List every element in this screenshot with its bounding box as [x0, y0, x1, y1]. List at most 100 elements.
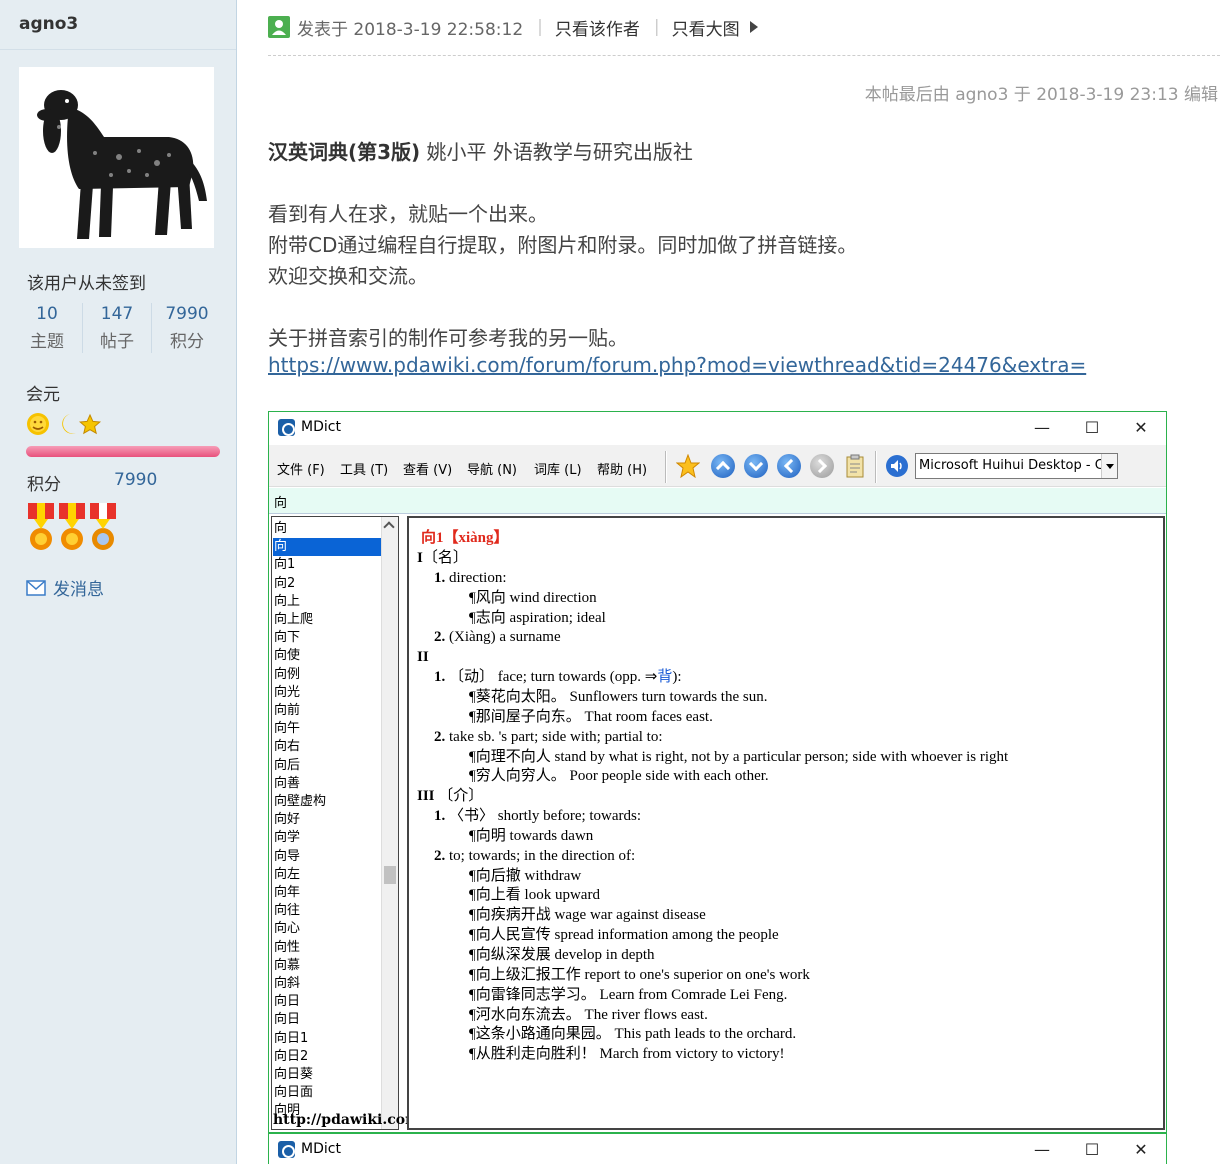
stat-number[interactable]: 147	[86, 303, 148, 325]
stat-number[interactable]: 10	[16, 303, 78, 325]
word-list-item[interactable]: 向日葵	[273, 1066, 381, 1084]
sense-number: 1.	[434, 669, 446, 686]
word-list-item[interactable]: 向年	[273, 884, 381, 902]
arrow-up-icon[interactable]	[711, 454, 735, 478]
favorite-star-icon[interactable]	[676, 454, 700, 478]
menu-tools[interactable]: 工具 (T)	[340, 459, 388, 478]
word-list-item[interactable]: 向学	[273, 829, 381, 847]
word-list-item[interactable]: 向上	[273, 593, 381, 611]
arrow-right-icon[interactable]	[749, 21, 758, 33]
word-list-item[interactable]: 向前	[273, 702, 381, 720]
word-list-item[interactable]: 向左	[273, 866, 381, 884]
definition-text: direction:	[445, 569, 507, 586]
word-list-item[interactable]: 向上爬	[273, 611, 381, 629]
definition-text: ¶向上看 look upward	[469, 887, 600, 904]
medal-icon	[28, 503, 54, 550]
menu-navigate[interactable]: 导航 (N)	[467, 459, 517, 478]
list-scrollbar[interactable]	[381, 517, 398, 1129]
close-button[interactable]: ✕	[1118, 1136, 1164, 1164]
rank-icons	[27, 413, 102, 435]
word-list-item[interactable]: 向日2	[273, 1048, 381, 1066]
word-list-item[interactable]: 向右	[273, 738, 381, 756]
maximize-button[interactable]: ☐	[1069, 1136, 1115, 1164]
stat-posts[interactable]: 147 帖子	[86, 303, 148, 357]
menu-file[interactable]: 文件 (F)	[277, 459, 325, 478]
definition-line: ¶向上级汇报工作 report to one's superior on one…	[469, 966, 810, 986]
send-message-label[interactable]: 发消息	[53, 575, 104, 600]
points-value[interactable]: 7990	[114, 470, 157, 490]
speaker-icon[interactable]	[885, 454, 909, 478]
word-list-item[interactable]: 向光	[273, 684, 381, 702]
stat-number[interactable]: 7990	[156, 303, 218, 325]
title-bar: MDict — ☐ ✕	[269, 412, 1166, 444]
minimize-button[interactable]: —	[1019, 1136, 1065, 1164]
definition-text: ¶志向 aspiration; ideal	[469, 609, 606, 626]
sense-number: 2.	[434, 728, 446, 745]
window-title: MDict	[301, 419, 341, 435]
avatar[interactable]	[19, 67, 214, 248]
user-group[interactable]: 会元	[26, 380, 60, 405]
word-list-item[interactable]: 向心	[273, 920, 381, 938]
word-list-item[interactable]: 向	[273, 520, 381, 538]
word-list-item[interactable]: 向下	[273, 629, 381, 647]
word-list-item[interactable]: 向性	[273, 939, 381, 957]
word-list-item[interactable]: 向日	[273, 1011, 381, 1029]
word-list-item[interactable]: 向善	[273, 775, 381, 793]
stat-points[interactable]: 7990 积分	[156, 303, 218, 357]
word-list-item[interactable]: 向日	[273, 993, 381, 1011]
star-icon	[78, 413, 102, 435]
word-list-item[interactable]: 向	[273, 538, 381, 557]
voice-select[interactable]: Microsoft Huihui Desktop - C	[915, 453, 1118, 479]
sense-number: III	[417, 788, 435, 805]
thread-link[interactable]: https://www.pdawiki.com/forum/forum.php?…	[268, 353, 1086, 377]
word-list-item[interactable]: 向后	[273, 757, 381, 775]
clipboard-icon[interactable]	[843, 454, 867, 478]
scroll-thumb[interactable]	[384, 866, 396, 884]
post-meta-bar: 发表于 2018-3-19 22:58:12 | 只看该作者 | 只看大图	[268, 14, 758, 40]
word-list-item[interactable]: 向日面	[273, 1084, 381, 1102]
search-input[interactable]: 向	[269, 488, 1166, 514]
back-icon[interactable]	[777, 454, 801, 478]
definition-text: ¶葵花向太阳。 Sunflowers turn towards the sun.	[469, 688, 768, 705]
close-button[interactable]: ✕	[1118, 414, 1164, 442]
word-list-item[interactable]: 向使	[273, 647, 381, 665]
post-time: 发表于 2018-3-19 22:58:12	[297, 19, 524, 40]
mdict-window-screenshot[interactable]: MDict — ☐ ✕ 文件 (F) 工具 (T) 查看 (V) 导航 (N) …	[268, 411, 1167, 1133]
maximize-button[interactable]: ☐	[1069, 414, 1115, 442]
only-images-link[interactable]: 只看大图	[672, 15, 740, 40]
cross-reference-link[interactable]: 背	[657, 669, 672, 685]
word-list-item[interactable]: 向慕	[273, 957, 381, 975]
definition-line: 2. take sb. 's part; side with; partial …	[434, 728, 663, 748]
stat-threads[interactable]: 10 主题	[16, 303, 78, 357]
definition-text: to; towards; in the direction of:	[445, 847, 636, 864]
definition-line: 2. to; towards; in the direction of:	[434, 847, 635, 867]
send-message-button[interactable]: 发消息	[26, 575, 104, 600]
word-list-item[interactable]: 向2	[273, 575, 381, 593]
word-list-item[interactable]: 向壁虚构	[273, 793, 381, 811]
only-author-link[interactable]: 只看该作者	[555, 15, 640, 40]
mdict-window-screenshot-2[interactable]: MDict — ☐ ✕	[268, 1133, 1167, 1164]
definition-line: ¶志向 aspiration; ideal	[469, 609, 606, 629]
chevron-down-icon[interactable]	[1101, 454, 1117, 478]
word-list-item[interactable]: 向日1	[273, 1030, 381, 1048]
word-list-item[interactable]: 向往	[273, 902, 381, 920]
scroll-up-icon[interactable]	[383, 521, 395, 533]
menu-help[interactable]: 帮助 (H)	[597, 459, 647, 478]
definition-text: 〈书〉 shortly before; towards:	[445, 808, 642, 825]
menu-view[interactable]: 查看 (V)	[403, 459, 452, 478]
definition-line: ¶从胜利走向胜利！ March from victory to victory!	[469, 1045, 785, 1065]
forward-icon[interactable]	[810, 454, 834, 478]
minimize-button[interactable]: —	[1019, 414, 1065, 442]
definition-text: ¶向明 towards dawn	[469, 827, 594, 844]
menu-library[interactable]: 词库 (L)	[534, 459, 582, 478]
word-list-item[interactable]: 向1	[273, 556, 381, 574]
word-list-item[interactable]: 向午	[273, 720, 381, 738]
word-list-item[interactable]: 向好	[273, 811, 381, 829]
word-list-item[interactable]: 向导	[273, 848, 381, 866]
medal-icon	[59, 503, 85, 550]
signin-status: 该用户从未签到	[27, 274, 146, 294]
word-list-item[interactable]: 向例	[273, 666, 381, 684]
arrow-down-icon[interactable]	[744, 454, 768, 478]
username[interactable]: agno3	[19, 14, 78, 34]
word-list-item[interactable]: 向斜	[273, 975, 381, 993]
